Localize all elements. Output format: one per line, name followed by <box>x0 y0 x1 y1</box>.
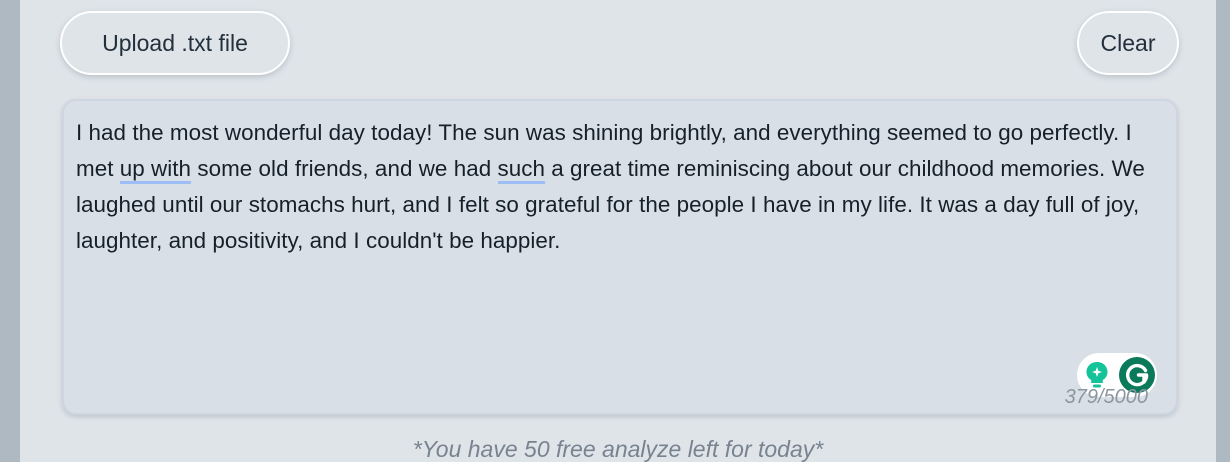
character-counter: 379/5000 <box>1064 386 1148 408</box>
grammar-suggestion-highlight[interactable]: up with <box>119 156 192 184</box>
editor-text-segment: some old friends, and we had <box>191 156 498 181</box>
grammar-suggestion-highlight[interactable]: such <box>497 156 545 184</box>
free-analyze-note: *You have 50 free analyze left for today… <box>412 436 824 462</box>
upload-button-label: Upload .txt file <box>102 29 248 56</box>
clear-button-label: Clear <box>1100 29 1156 56</box>
lightbulb-icon[interactable] <box>1085 361 1109 389</box>
clear-button[interactable]: Clear <box>1077 11 1179 75</box>
text-input-area[interactable]: I had the most wonderful day today! The … <box>62 99 1178 415</box>
analyzer-panel: Upload .txt file Clear I had the most wo… <box>20 0 1216 462</box>
upload-txt-button[interactable]: Upload .txt file <box>60 11 290 75</box>
editor-text[interactable]: I had the most wonderful day today! The … <box>76 115 1171 259</box>
